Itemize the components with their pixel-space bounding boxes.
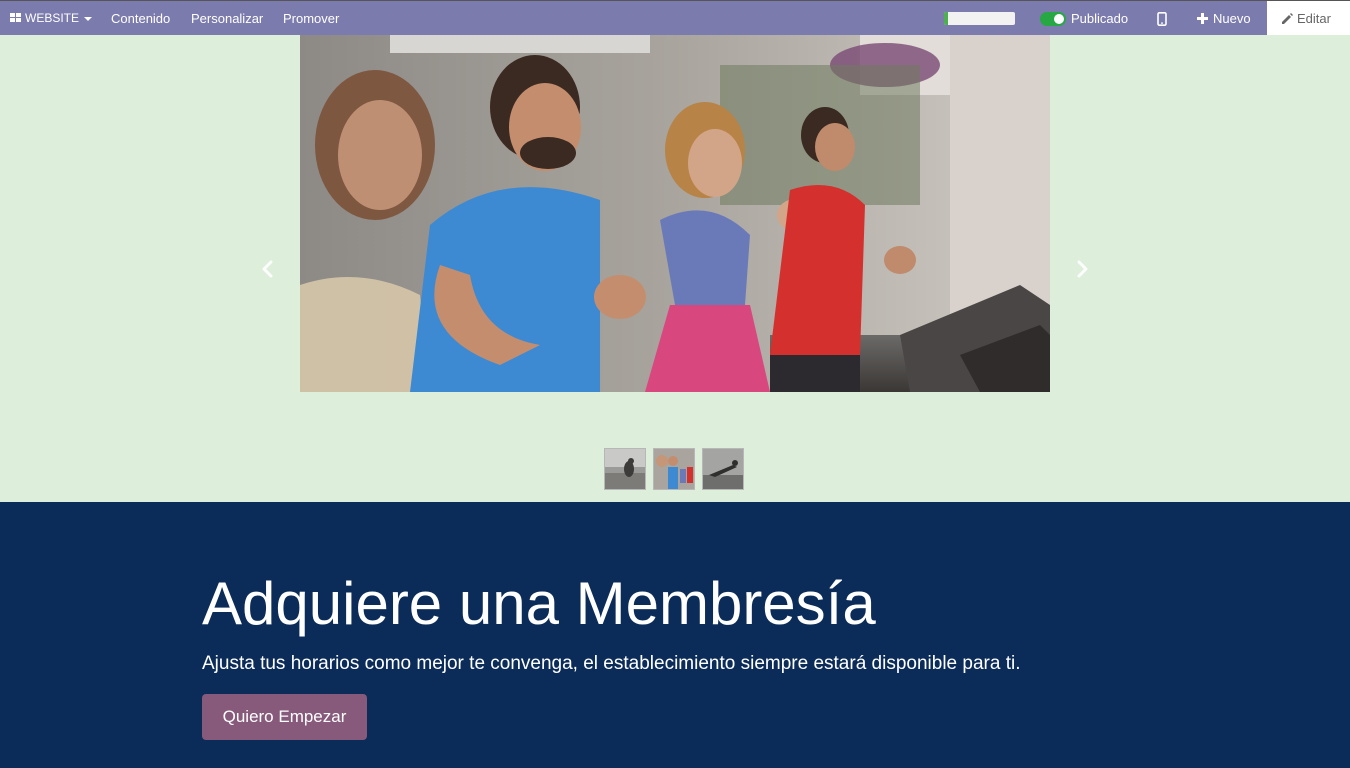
mobile-preview-button[interactable] xyxy=(1157,1,1167,36)
carousel-prev-arrow-icon[interactable] xyxy=(258,259,278,279)
website-editor-topbar: WEBSITE Contenido Personalizar Promover … xyxy=(0,0,1350,36)
menu-promover[interactable]: Promover xyxy=(283,1,339,36)
new-page-button[interactable]: Nuevo xyxy=(1197,1,1251,36)
thumbnail-beach-workout xyxy=(605,449,645,489)
thumbnail-treadmill-runners xyxy=(654,449,694,489)
carousel-next-arrow-icon[interactable] xyxy=(1072,259,1092,279)
carousel-thumbnail-1[interactable] xyxy=(604,448,646,490)
plus-icon xyxy=(1197,13,1208,25)
new-page-label: Nuevo xyxy=(1213,11,1251,26)
carousel-slide-image xyxy=(300,35,1050,392)
seo-progress-bar[interactable] xyxy=(944,12,1015,25)
caret-down-icon xyxy=(84,16,93,21)
gym-treadmill-photo xyxy=(300,35,1050,392)
published-label[interactable]: Publicado xyxy=(1071,1,1128,36)
membership-cta-section: Adquiere una Membresía Ajusta tus horari… xyxy=(0,502,1350,768)
website-menu-button[interactable]: WEBSITE xyxy=(10,1,93,36)
menu-contenido[interactable]: Contenido xyxy=(111,1,170,36)
cta-subtitle: Ajusta tus horarios como mejor te conven… xyxy=(202,653,1021,674)
publish-toggle[interactable] xyxy=(1040,12,1066,26)
edit-page-button[interactable]: Editar xyxy=(1267,1,1350,36)
cta-title: Adquiere una Membresía xyxy=(202,570,876,637)
carousel-thumbnail-2[interactable] xyxy=(653,448,695,490)
menu-personalizar[interactable]: Personalizar xyxy=(191,1,263,36)
thumbnail-plank-workout xyxy=(703,449,743,489)
carousel-thumbnail-3[interactable] xyxy=(702,448,744,490)
pencil-icon xyxy=(1282,12,1293,24)
seo-progress-fill xyxy=(944,12,949,25)
publish-toggle-knob xyxy=(1054,14,1064,24)
website-menu-label: WEBSITE xyxy=(25,11,80,25)
apps-grid-icon xyxy=(10,12,21,22)
mobile-preview-icon xyxy=(1157,11,1167,26)
edit-page-label: Editar xyxy=(1297,11,1331,26)
image-gallery-carousel xyxy=(0,35,1350,502)
start-membership-button[interactable]: Quiero Empezar xyxy=(202,694,367,740)
